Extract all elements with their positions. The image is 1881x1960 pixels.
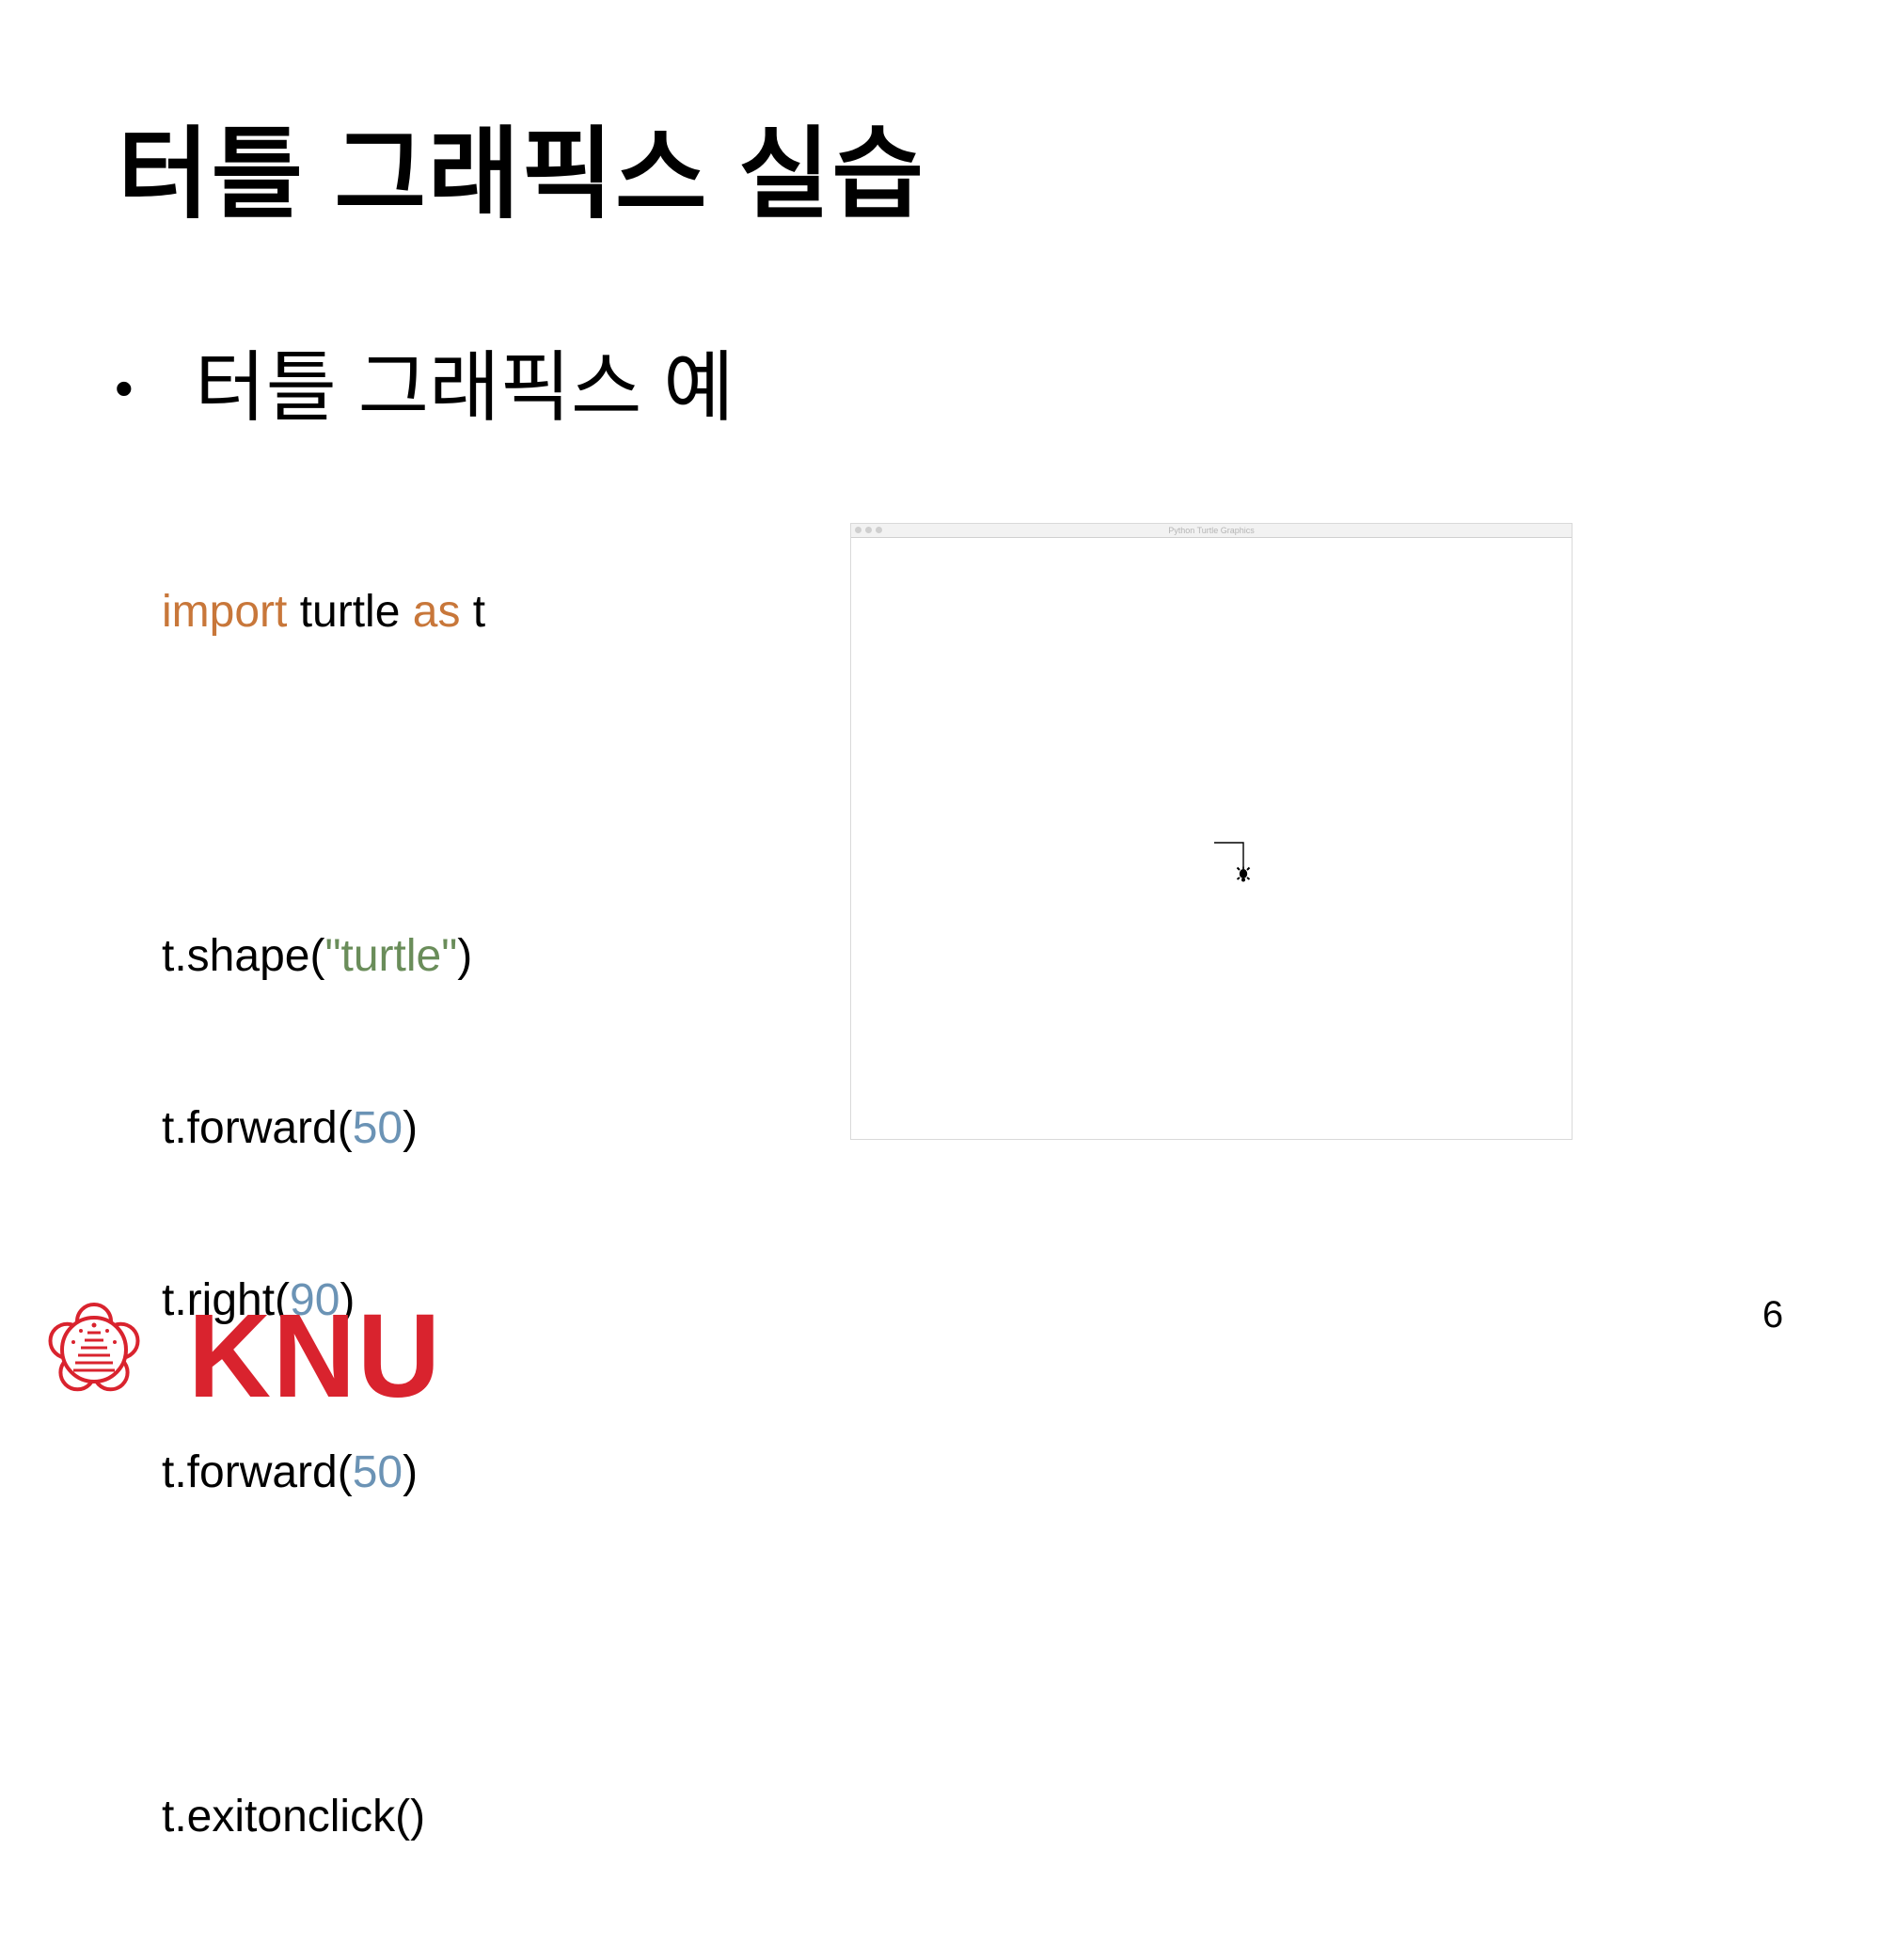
code-line-exitonclick: t.exitonclick(): [162, 1788, 485, 1845]
bullet-dot: •: [115, 358, 134, 419]
code-text: turtle: [287, 587, 413, 637]
code-line-forward-1: t.forward(50): [162, 1099, 485, 1157]
turtle-graphics-window: Python Turtle Graphics: [850, 523, 1573, 1140]
turtle-path: [1214, 842, 1244, 872]
code-keyword: import: [162, 587, 288, 637]
knu-logo: KNU: [48, 1293, 442, 1406]
code-text: t: [460, 587, 486, 637]
knu-emblem-icon: [48, 1303, 140, 1392]
code-number: 50: [352, 1103, 403, 1153]
code-line-forward-2: t.forward(50): [162, 1444, 485, 1501]
bullet-item: • 터틀 그래픽스 예: [115, 345, 735, 431]
code-text: ): [403, 1103, 419, 1153]
code-block: import turtle as t t.shape("turtle") t.f…: [162, 468, 485, 1960]
code-text: t.shape(: [162, 931, 325, 981]
code-string: "turtle": [324, 931, 458, 981]
window-titlebar: Python Turtle Graphics: [851, 524, 1572, 538]
code-number: 50: [352, 1447, 403, 1497]
code-text: ): [457, 931, 473, 981]
turtle-canvas[interactable]: [851, 538, 1572, 1139]
code-text: t.exitonclick(): [162, 1792, 426, 1841]
code-line-import: import turtle as t: [162, 583, 485, 640]
code-line-shape: t.shape("turtle"): [162, 927, 485, 985]
turtle-icon: [1236, 866, 1251, 882]
knu-wordmark: KNU: [188, 1293, 442, 1406]
code-text: ): [403, 1447, 419, 1497]
code-keyword: as: [412, 587, 461, 637]
window-title: Python Turtle Graphics: [1168, 526, 1255, 535]
slide: 터틀 그래픽스 실습 • 터틀 그래픽스 예 import turtle as …: [0, 0, 1881, 1841]
code-text: t.forward(: [162, 1447, 353, 1497]
code-text: t.forward(: [162, 1103, 353, 1153]
turtle-drawing: [1214, 842, 1251, 882]
bullet-text: 터틀 그래픽스 예: [195, 345, 735, 431]
slide-title: 터틀 그래픽스 실습: [118, 119, 926, 230]
page-number: 6: [1762, 1294, 1784, 1336]
